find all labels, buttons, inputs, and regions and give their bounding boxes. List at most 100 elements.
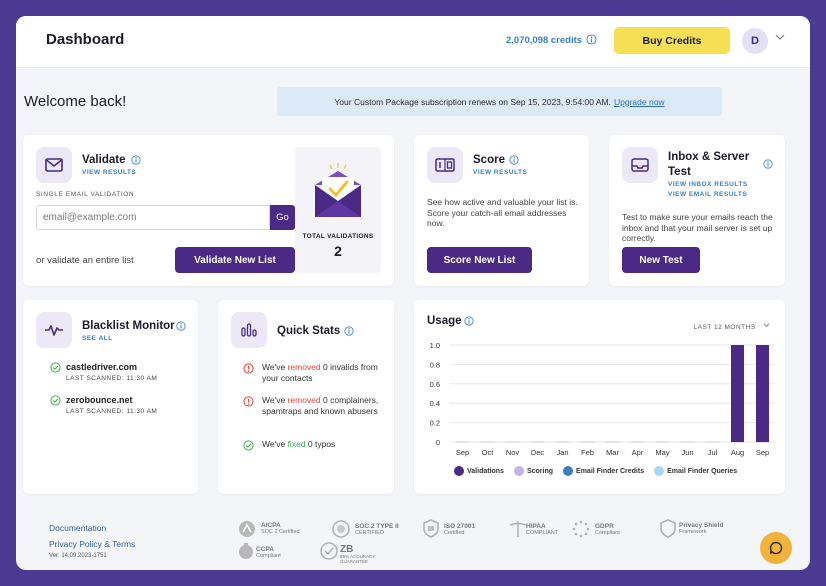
x-tick-label: May <box>655 448 669 457</box>
info-icon[interactable] <box>763 159 773 169</box>
bar-validations[interactable] <box>731 345 744 442</box>
bar-chart-icon <box>241 323 257 337</box>
x-tick-label: Apr <box>632 448 644 457</box>
legend-item[interactable]: Email Finder Credits <box>563 466 644 476</box>
chat-button[interactable] <box>760 532 792 564</box>
info-icon[interactable] <box>509 155 519 165</box>
legend-swatch <box>454 466 464 476</box>
legend-label: Email Finder Queries <box>667 467 738 475</box>
check-circle-icon <box>50 362 61 373</box>
legend-label: Email Finder Credits <box>576 467 645 475</box>
view-inbox-results-link[interactable]: VIEW INBOX RESULTS <box>668 181 748 188</box>
validate-view-results-link[interactable]: VIEW RESULTS <box>82 169 136 176</box>
stat-text: We've <box>262 395 288 405</box>
view-email-results-link[interactable]: VIEW EMAIL RESULTS <box>668 191 747 198</box>
x-tick-label: Sep <box>456 448 469 457</box>
badge-aicpa: AICPA SOC 2 Certified <box>261 522 300 536</box>
info-icon[interactable] <box>586 34 597 45</box>
y-tick-label: 0 <box>436 438 440 447</box>
alert-circle-icon <box>243 396 254 407</box>
alert-circle-icon <box>243 363 254 374</box>
buy-credits-button[interactable]: Buy Credits <box>614 27 730 54</box>
welcome-heading: Welcome back! <box>24 93 127 110</box>
documentation-link[interactable]: Documentation <box>49 523 106 533</box>
x-tick-label: Jul <box>708 448 718 457</box>
inbox-icon-box <box>622 147 658 183</box>
legend-label: Scoring <box>526 467 554 475</box>
soc2-badge-icon <box>332 520 350 538</box>
info-icon[interactable] <box>131 155 141 165</box>
chevron-down-icon[interactable] <box>774 32 786 42</box>
info-icon[interactable] <box>344 326 354 336</box>
quick-stats-icon-box <box>231 312 267 348</box>
stat-text: 0 typos <box>305 439 336 449</box>
upgrade-link[interactable]: Upgrade now <box>614 97 665 107</box>
see-all-link[interactable]: SEE ALL <box>82 335 113 342</box>
legend-label: Validations <box>467 467 504 475</box>
stat-invalids: We've removed 0 invalids from your conta… <box>262 362 382 384</box>
x-tick-label: Sep <box>756 448 769 457</box>
score-title: Score <box>473 154 505 166</box>
legend-swatch <box>654 466 665 476</box>
avatar[interactable]: D <box>742 28 768 54</box>
privacy-policy-link[interactable]: Privacy Policy & Terms <box>49 539 135 549</box>
legend-item[interactable]: Validations <box>454 466 504 476</box>
bar-validations[interactable] <box>756 345 769 442</box>
badge-zb-guarantee: ZB 99% ACCURACY GUARANTEE <box>340 544 376 564</box>
blacklist-monitor-card: Blacklist Monitor SEE ALL castledriver.c… <box>23 300 198 494</box>
validate-new-list-button[interactable]: Validate New List <box>175 247 295 273</box>
hipaa-badge-icon <box>509 521 527 537</box>
privacy-shield-icon <box>660 519 676 538</box>
score-card: Score VIEW RESULTS See how active and va… <box>414 135 589 286</box>
aicpa-badge-icon <box>239 521 255 537</box>
badge-privacy-shield: Privacy Shield Framework <box>679 522 724 536</box>
list-item[interactable]: castledriver.com LAST SCANNED: 11:30 AM <box>50 362 157 382</box>
y-tick-label: 1.0 <box>430 341 440 350</box>
x-tick-label: Jan <box>556 448 568 457</box>
stat-text: We've <box>262 439 288 449</box>
x-tick-label: Jun <box>681 448 693 457</box>
legend-swatch <box>513 466 524 476</box>
last-scanned: LAST SCANNED: 11:30 AM <box>66 408 158 415</box>
legend-item[interactable]: Scoring <box>513 466 554 476</box>
chat-bubble-icon <box>769 541 783 555</box>
subscription-banner: Your Custom Package subscription renews … <box>277 87 722 116</box>
total-validations-value: 2 <box>334 243 342 259</box>
envelope-icon <box>45 158 63 172</box>
stat-typos: We've fixed 0 typos <box>262 439 382 450</box>
inbox-test-card: Inbox & Server Test VIEW INBOX RESULTS V… <box>609 135 785 286</box>
top-bar: Dashboard 2,070,098 credits Buy Credits … <box>16 16 810 68</box>
usage-card: Usage LAST 12 MONTHS 1.0 0.8 0.6 0.4 0.2 0 Sep… <box>414 300 785 494</box>
score-view-results-link[interactable]: VIEW RESULTS <box>473 169 527 176</box>
y-tick-label: 0.6 <box>430 380 440 389</box>
stat-abusers: We've removed 0 complainers, spamtraps a… <box>262 395 382 417</box>
legend-item[interactable]: Email Finder Queries <box>654 466 737 476</box>
blacklist-icon-box <box>36 312 72 348</box>
x-tick-label: Aug <box>731 448 744 457</box>
envelope-check-icon <box>315 163 361 217</box>
or-validate-text: or validate an entire list <box>36 255 134 266</box>
scoreboard-icon <box>435 158 455 172</box>
badge-ccpa: CCPA Compliant <box>256 546 281 560</box>
pulse-icon <box>45 325 63 336</box>
new-test-button[interactable]: New Test <box>622 247 700 273</box>
info-icon[interactable] <box>176 321 186 331</box>
score-new-list-button[interactable]: Score New List <box>427 247 532 273</box>
go-button[interactable]: Go <box>270 205 295 230</box>
inbox-test-title: Inbox & Server Test <box>668 151 750 178</box>
x-tick-label: Nov <box>506 448 520 457</box>
email-input[interactable] <box>36 205 270 230</box>
credits-balance: 2,070,098 credits <box>506 35 583 46</box>
stat-text: We've <box>262 362 288 372</box>
list-item[interactable]: zerobounce.net LAST SCANNED: 11:30 AM <box>50 395 158 415</box>
inbox-icon <box>631 158 649 172</box>
check-circle-icon <box>243 440 254 451</box>
badge-iso: ISO 27001 Certified <box>444 523 476 537</box>
ccpa-badge-icon <box>239 543 253 559</box>
blacklist-domain: zerobounce.net <box>66 395 133 405</box>
validate-card: Validate VIEW RESULTS SINGLE EMAIL VALID… <box>23 135 394 286</box>
x-tick-label: Mar <box>606 448 619 457</box>
stat-highlight: removed <box>287 362 321 372</box>
blacklist-title: Blacklist Monitor <box>82 320 175 332</box>
validate-title: Validate <box>82 154 126 166</box>
